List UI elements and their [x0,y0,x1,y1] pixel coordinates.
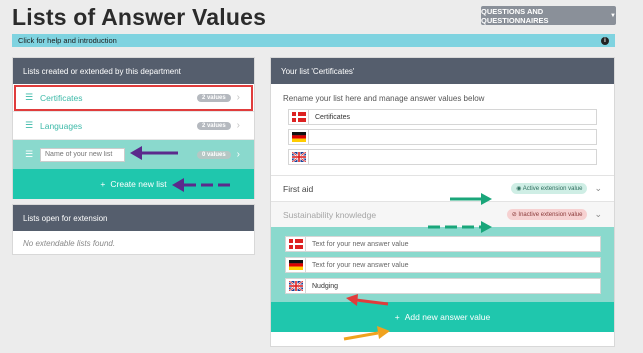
orange-arrow-icon [343,326,390,341]
new-value-input-german[interactable]: Text for your new answer value [285,257,601,273]
open-lists-title: Lists open for extension [13,205,254,231]
info-icon[interactable]: i [601,36,609,45]
list-icon: ☰ [25,120,34,130]
list-detail-title: Your list 'Certificates' [271,58,614,84]
status-label: Active extension value [522,186,583,192]
list-detail-panel: Your list 'Certificates' Rename your lis… [270,57,615,347]
list-item-label: Languages [40,120,83,131]
list-item-label: Certificates [40,92,83,103]
new-value-text: Nudging [312,282,339,290]
list-name-value: Certificates [315,113,351,121]
red-arrow-icon [346,294,389,306]
list-item-certificates[interactable]: ☰ Certificates 2 values › [13,84,254,112]
list-name-input-german[interactable] [288,129,597,145]
list-icon: ☰ [25,149,34,159]
help-bar[interactable]: Click for help and introduction i [12,34,615,47]
add-answer-value-label: Add new answer value [404,312,491,322]
list-name-input-uk[interactable] [288,149,597,165]
new-value-input-danish[interactable]: Text for your new answer value [285,236,601,252]
status-badge-active: ◉ Active extension value [511,183,588,194]
chevron-right-icon: › [236,92,240,103]
questions-dropdown-button[interactable]: QUESTIONS AND QUESTIONNAIRES ▼ [481,6,616,25]
chevron-right-icon: › [236,149,240,160]
open-lists-panel: Lists open for extension No extendable l… [12,204,255,255]
chevron-down-icon[interactable]: ⌄ [594,183,602,194]
new-value-placeholder: Text for your new answer value [312,261,409,269]
lists-panel-title: Lists created or extended by this depart… [13,58,254,84]
questions-dropdown-label: QUESTIONS AND QUESTIONNAIRES [481,6,549,25]
page-title: Lists of Answer Values [12,4,267,30]
values-count-badge: 2 values [196,93,231,102]
purple-arrow-icon [130,146,178,160]
empty-message: No extendable lists found. [23,239,116,248]
new-list-name-input[interactable] [40,147,125,162]
new-value-placeholder: Text for your new answer value [312,240,409,248]
new-value-input-uk[interactable]: Nudging [285,278,601,294]
danish-flag-icon [289,110,309,124]
plus-icon: + [394,312,400,322]
green-dashed-arrow-icon [428,221,492,233]
chevron-down-icon[interactable]: ⌄ [594,209,602,220]
plus-icon: + [100,179,106,189]
add-answer-value-button[interactable]: + Add new answer value [271,302,614,332]
list-icon: ☰ [25,92,34,102]
new-answer-values: Text for your new answer value Text for … [271,227,614,302]
eye-icon: ◉ [516,186,522,192]
list-item-languages[interactable]: ☰ Languages 2 values › [13,112,254,140]
eye-slash-icon: ⊘ [511,212,517,218]
status-badge-inactive: ⊘ Inactive extension value [506,209,588,220]
rename-instructions: Rename your list here and manage answer … [283,94,485,103]
list-name-input-danish[interactable]: Certificates [288,109,597,125]
danish-flag-icon [286,237,306,251]
create-new-list-label: Create new list [110,179,167,189]
help-bar-label: Click for help and introduction [18,36,117,45]
answer-value-first-aid[interactable]: First aid ◉ Active extension value ⌄ [271,175,614,201]
german-flag-icon [289,130,309,144]
chevron-right-icon: › [236,120,240,131]
answer-value-label: Sustainability knowledge [283,209,377,220]
green-arrow-icon [450,193,492,205]
status-label: Inactive extension value [518,212,583,218]
uk-flag-icon [286,279,306,293]
uk-flag-icon [289,150,309,164]
values-count-badge: 0 values [196,150,231,159]
values-count-badge: 2 values [196,121,231,130]
german-flag-icon [286,258,306,272]
purple-dashed-arrow-icon [172,178,230,192]
answer-value-label: First aid [283,183,314,194]
caret-down-icon: ▼ [610,12,616,19]
